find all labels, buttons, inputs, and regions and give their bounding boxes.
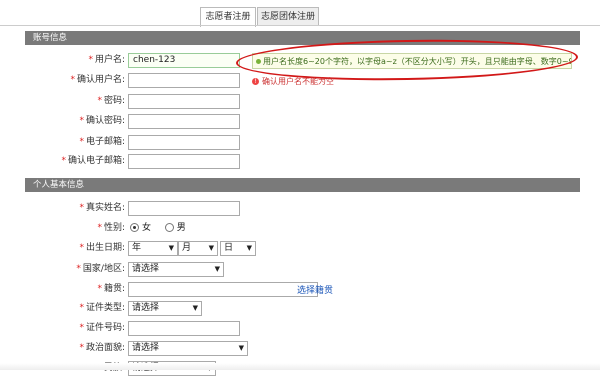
email-input[interactable] bbox=[128, 135, 240, 150]
bottom-fade bbox=[0, 363, 600, 370]
birth-year-select[interactable]: 年 ▼ bbox=[128, 241, 178, 256]
idnum-input[interactable] bbox=[128, 321, 240, 336]
confirm-email-input[interactable] bbox=[128, 154, 240, 169]
row-political: * 政治面貌: 请选择 ▼ bbox=[25, 340, 585, 356]
birth-month-select[interactable]: 月 ▼ bbox=[178, 241, 218, 256]
confirm-password-input[interactable] bbox=[128, 114, 240, 129]
tab-volunteer-register[interactable]: 志愿者注册 bbox=[200, 7, 256, 27]
idtype-label: * 证件类型: bbox=[79, 303, 125, 313]
gender-options: 女 男 bbox=[130, 220, 186, 236]
row-idnum: * 证件号码: bbox=[25, 320, 585, 336]
row-country: * 国家/地区: 请选择 ▼ bbox=[25, 261, 585, 277]
row-confirm-password: * 确认密码: bbox=[25, 113, 585, 129]
row-idtype: * 证件类型: 请选择 ▼ bbox=[25, 300, 585, 316]
error-icon: ! bbox=[252, 78, 259, 85]
section-header-personal: 个人基本信息 bbox=[25, 178, 580, 192]
gender-male-label: 男 bbox=[176, 223, 186, 233]
birth-day-select[interactable]: 日 ▼ bbox=[220, 241, 256, 256]
row-gender: * 性别: 女 男 bbox=[25, 220, 585, 236]
political-select[interactable]: 请选择 ▼ bbox=[128, 341, 248, 356]
password-input[interactable] bbox=[128, 94, 240, 109]
native-input[interactable] bbox=[128, 282, 318, 297]
gender-label: * 性别: bbox=[97, 223, 125, 233]
birth-label: * 出生日期: bbox=[79, 243, 125, 253]
confirm-password-label: * 确认密码: bbox=[79, 116, 125, 126]
idnum-label: * 证件号码: bbox=[79, 323, 125, 333]
realname-input[interactable] bbox=[128, 201, 240, 216]
confirm-email-label: * 确认电子邮箱: bbox=[61, 156, 125, 166]
confirm-username-error: ! 确认用户名不能为空 bbox=[252, 77, 334, 87]
idtype-select[interactable]: 请选择 ▼ bbox=[128, 301, 202, 316]
confirm-username-label: * 确认用户名: bbox=[70, 75, 125, 85]
row-realname: * 真实姓名: bbox=[25, 200, 585, 216]
gender-female-label: 女 bbox=[142, 223, 152, 233]
realname-label: * 真实姓名: bbox=[79, 203, 125, 213]
political-label: * 政治面貌: bbox=[79, 343, 125, 353]
email-label: * 电子邮箱: bbox=[79, 137, 125, 147]
tab-group-register[interactable]: 志愿团体注册 bbox=[257, 7, 319, 26]
country-select[interactable]: 请选择 ▼ bbox=[128, 262, 224, 277]
country-label: * 国家/地区: bbox=[76, 264, 125, 274]
row-email: * 电子邮箱: bbox=[25, 134, 585, 150]
tab-divider bbox=[0, 25, 600, 26]
username-label: * 用户名: bbox=[88, 55, 125, 65]
row-password: * 密码: bbox=[25, 93, 585, 109]
row-birth: * 出生日期: 年 ▼ 月 ▼ 日 ▼ bbox=[25, 240, 585, 256]
native-label: * 籍贯: bbox=[97, 284, 125, 294]
username-input[interactable]: chen-123 bbox=[128, 53, 240, 68]
confirm-username-input[interactable] bbox=[128, 73, 240, 88]
select-native-link[interactable]: 选择籍贯 bbox=[297, 283, 333, 296]
gender-male-radio[interactable] bbox=[164, 223, 174, 232]
gender-female-radio[interactable] bbox=[130, 223, 139, 232]
password-label: * 密码: bbox=[97, 96, 125, 106]
row-confirm-email: * 确认电子邮箱: bbox=[25, 153, 585, 169]
